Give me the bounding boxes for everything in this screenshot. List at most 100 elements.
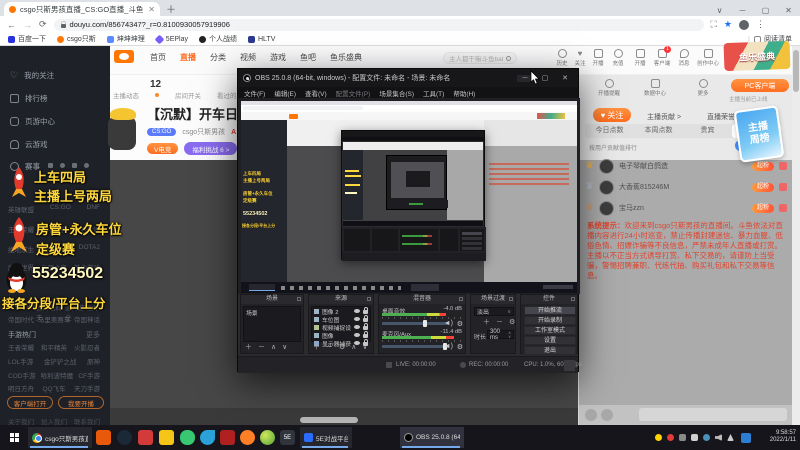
subtab-dynamic[interactable]: 主播动态 — [113, 90, 139, 100]
bookmark-star-icon[interactable]: ★ — [724, 19, 732, 30]
header-client[interactable]: 客户端 1 — [650, 46, 674, 67]
tray-network-icon[interactable] — [727, 434, 734, 441]
contribution-link[interactable]: 主播贡献 > — [647, 112, 681, 122]
speaker-icon[interactable]: ◄) — [444, 343, 453, 350]
festival-banner[interactable]: 鱼乐盛典 — [723, 40, 791, 72]
new-tab-button[interactable]: ＋ — [166, 1, 176, 16]
channel-settings-icon[interactable] — [457, 343, 463, 351]
follow-button[interactable]: ♥ 关注 — [593, 108, 631, 122]
scenes-list[interactable]: 场景 — [243, 306, 301, 342]
category-link[interactable]: DOTA2 — [79, 244, 100, 254]
address-bar[interactable]: douyu.com/85674347?_r=0.8100930057919906 — [53, 18, 704, 31]
transition-props-icon[interactable] — [509, 319, 515, 327]
nav-gala[interactable]: 鱼乐盛典 — [330, 52, 362, 63]
lock-icon[interactable] — [363, 331, 368, 338]
subtab-switch[interactable]: 房间开关 — [175, 90, 201, 100]
settings-button[interactable]: 设置 — [524, 336, 576, 345]
challenge-badge[interactable]: 福利挑战 6 > — [184, 142, 238, 155]
sidebar-item-webgames[interactable]: 页游中心 — [10, 116, 55, 127]
studio-mode-button[interactable]: 工作室模式 — [524, 326, 576, 335]
5e-icon[interactable]: 5E — [280, 430, 295, 445]
browser-menu-icon[interactable]: ⋮ — [756, 19, 765, 30]
category-link[interactable]: 金铲铲之战 — [44, 356, 77, 366]
visibility-icon[interactable] — [354, 309, 360, 313]
category-link[interactable]: 王者荣耀 — [8, 342, 34, 352]
app-icon-orange[interactable] — [96, 430, 111, 445]
category-link[interactable]: 和平精英 — [41, 342, 67, 352]
dock-options-icon[interactable] — [367, 297, 371, 301]
scene-item[interactable]: 场景 — [244, 307, 300, 318]
search-box[interactable]: 主人都干嘛斗鱼bala — [443, 52, 517, 64]
move-down-icon[interactable] — [282, 344, 287, 352]
menu-scene-collection[interactable]: 场景集合(S) — [379, 88, 414, 98]
bookmark-item[interactable]: 5EPlay — [154, 34, 188, 44]
add-transition-icon[interactable] — [483, 319, 490, 327]
visibility-icon[interactable] — [354, 333, 360, 337]
obs-close-button[interactable]: ✕ — [557, 74, 573, 82]
visibility-icon[interactable] — [354, 317, 360, 321]
chat-input[interactable] — [639, 408, 787, 421]
category-link[interactable]: 英雄联盟 — [8, 204, 34, 214]
start-recording-button[interactable]: 开始录制 — [524, 316, 576, 325]
remove-transition-icon[interactable] — [496, 319, 503, 327]
open-client-button[interactable]: 客户端打开 — [7, 396, 53, 409]
category-link[interactable]: CF手游 — [78, 370, 100, 380]
tray-volume-icon[interactable] — [715, 434, 722, 441]
volume-slider[interactable] — [382, 320, 448, 327]
rank-row-2[interactable]: ♛ 大香蕉815246M 超粉 — [585, 177, 787, 197]
taskbar-clock[interactable]: 9:58:57 2022/1/11 — [770, 430, 796, 444]
source-properties-icon[interactable] — [339, 344, 345, 352]
nav-category[interactable]: 分类 — [210, 52, 226, 63]
app-icon-darkred[interactable] — [220, 430, 235, 445]
tab-today[interactable]: 今日点数 — [585, 124, 634, 138]
tray-ime-icon[interactable] — [741, 433, 751, 443]
obs-preview[interactable]: 上车四局 主播上号两局 房管+永久车位 定级赛 55234502 接各分段/平台… — [238, 98, 580, 294]
channel-settings-icon[interactable] — [457, 320, 463, 328]
tray-steam-icon[interactable] — [703, 434, 710, 441]
dock-options-icon[interactable] — [297, 297, 301, 301]
menu-help[interactable]: 帮助(H) — [453, 88, 475, 98]
lock-icon[interactable] — [363, 307, 368, 314]
more-link[interactable]: 更多 — [86, 330, 100, 340]
menu-view[interactable]: 查看(V) — [305, 88, 327, 98]
move-up-icon[interactable] — [271, 344, 276, 352]
remove-scene-icon[interactable] — [258, 344, 265, 352]
subtab-watched[interactable]: 看过的 — [217, 90, 237, 100]
sidebar-item-cloudgames[interactable]: 云游戏 — [10, 139, 48, 150]
streamer-avatar[interactable] — [104, 104, 140, 152]
dock-options-icon[interactable] — [459, 297, 463, 301]
data-item[interactable]: 数据中心 — [643, 79, 667, 97]
category-link[interactable]: LOL手游 — [8, 356, 33, 366]
dock-options-icon[interactable] — [571, 297, 575, 301]
wegame-icon[interactable] — [159, 430, 174, 445]
add-scene-icon[interactable] — [245, 344, 252, 352]
tray-icon[interactable] — [667, 434, 674, 441]
menu-tools[interactable]: 工具(T) — [423, 88, 444, 98]
browser-tab[interactable]: csgo只斯男孩直播_CS:GO直播_斗鱼 ✕ — [4, 2, 160, 16]
bookmark-item[interactable]: 百度一下 — [8, 34, 46, 44]
gift-panel-icon[interactable] — [601, 409, 613, 421]
steam-icon[interactable] — [117, 430, 132, 445]
lock-icon[interactable] — [363, 315, 368, 322]
nav-games[interactable]: 游戏 — [270, 52, 286, 63]
nav-home[interactable]: 首页 — [150, 52, 166, 63]
back-icon[interactable]: ← — [7, 20, 16, 30]
app-icon-red[interactable] — [138, 430, 153, 445]
menu-profile[interactable]: 配置文件(P) — [336, 88, 371, 98]
tray-monitor-icon[interactable] — [691, 434, 698, 441]
sources-list[interactable]: 图像 2 车位图 视频捕捉设备 图像 显示器捕获 — [311, 306, 371, 348]
scrollbar-thumb[interactable] — [793, 50, 799, 92]
app-icon-blue[interactable] — [200, 430, 215, 445]
add-source-icon[interactable] — [313, 344, 320, 352]
header-golive[interactable]: 开播 — [628, 49, 652, 67]
tab-close-icon[interactable]: ✕ — [148, 5, 155, 14]
sources-dock-title[interactable]: 来源 — [309, 295, 373, 304]
pc-client-button[interactable]: PC客户端 — [731, 79, 789, 92]
profile-avatar[interactable] — [738, 19, 749, 30]
category-link[interactable]: 帝国神话 — [74, 314, 100, 324]
obs-title-bar[interactable]: OBS 25.0.8 (64-bit, windows) - 配置文件: 未命名… — [238, 69, 578, 87]
header-recharge[interactable]: 充值 — [606, 49, 630, 67]
start-streaming-button[interactable]: 开始推流 — [524, 306, 576, 315]
start-streaming-button[interactable]: 我要开播 — [58, 396, 104, 409]
category-badge[interactable]: CS:GO — [147, 128, 177, 136]
